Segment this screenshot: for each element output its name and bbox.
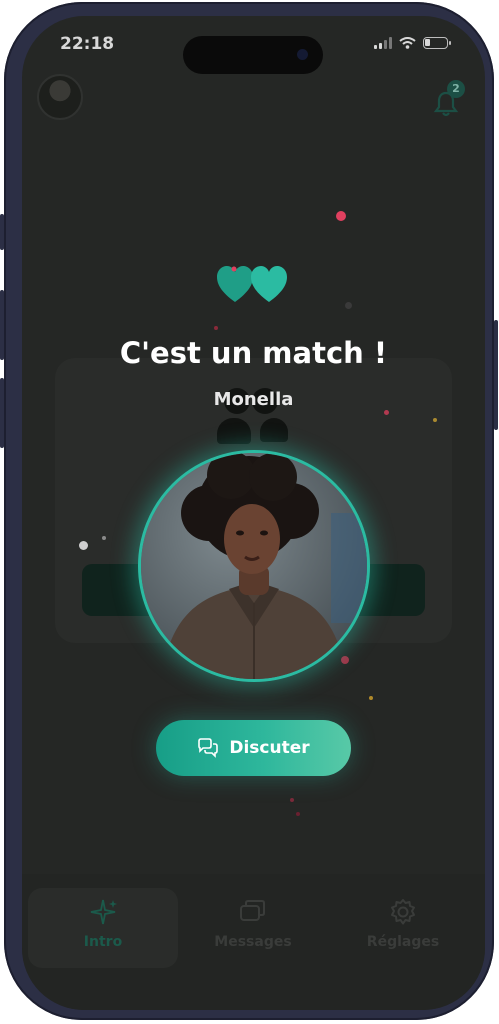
people-icon-body (217, 418, 251, 444)
confetti (214, 326, 218, 330)
tab-settings[interactable]: Réglages (328, 888, 478, 968)
match-name: Monella (213, 389, 294, 410)
tab-intro[interactable]: Intro (28, 888, 178, 968)
match-profile-photo[interactable] (138, 450, 370, 682)
volume-down-button (0, 378, 4, 448)
notification-badge: 2 (447, 80, 465, 98)
confetti (296, 812, 300, 816)
sparkle-icon (90, 899, 117, 925)
match-title: C'est un match ! (119, 336, 388, 370)
cellular-signal-icon (374, 37, 392, 49)
hearts-icon (217, 266, 287, 302)
tab-messages-label: Messages (214, 934, 292, 950)
confetti (369, 696, 373, 700)
people-icon-body-2 (260, 418, 288, 442)
profile-photo-illustration (141, 453, 367, 679)
chat-button-label: Discuter (229, 738, 310, 758)
chat-bubbles-icon (198, 738, 219, 758)
profile-avatar[interactable] (37, 74, 83, 120)
side-button (0, 214, 4, 250)
gear-icon (391, 899, 415, 925)
tab-bar: Intro Messages Réglages (22, 874, 485, 1010)
tab-settings-label: Réglages (366, 934, 440, 950)
confetti (341, 656, 349, 664)
confetti (345, 302, 352, 309)
confetti (79, 541, 88, 550)
screen: 22:18 2 Vous es (22, 16, 485, 1010)
chat-button[interactable]: Discuter (156, 720, 351, 776)
confetti (290, 798, 294, 802)
confetti (433, 418, 437, 422)
messages-icon (240, 900, 265, 921)
dynamic-island (183, 36, 323, 74)
confetti (384, 410, 389, 415)
wifi-icon (399, 37, 416, 49)
tab-messages[interactable]: Messages (178, 888, 328, 968)
power-button (494, 320, 498, 430)
camera-icon (297, 49, 308, 60)
status-icons (374, 37, 451, 49)
tab-intro-label: Intro (83, 934, 123, 950)
battery-icon (423, 37, 451, 49)
phone-frame: 22:18 2 Vous es (4, 2, 494, 1020)
confetti (102, 536, 106, 540)
status-time: 22:18 (60, 34, 115, 54)
confetti (336, 211, 346, 221)
volume-up-button (0, 290, 4, 360)
